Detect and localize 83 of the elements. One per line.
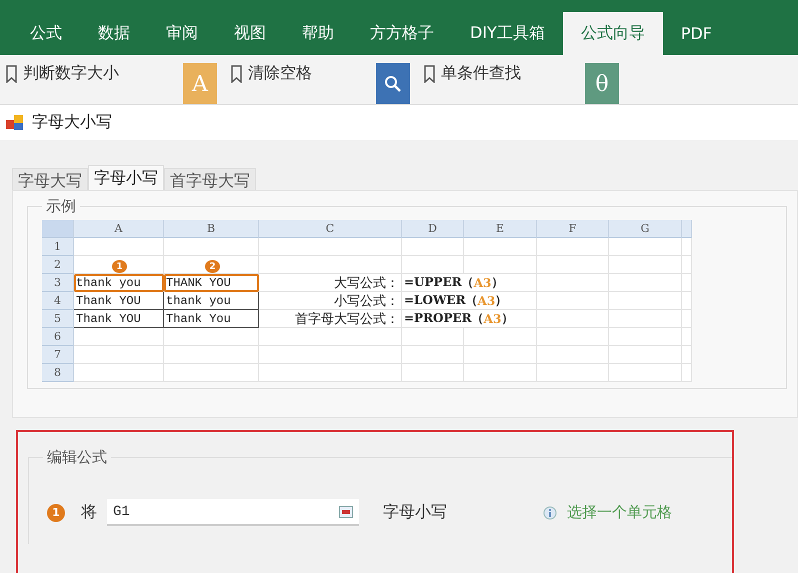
table-cell [682,310,692,328]
row-header[interactable]: 3 [42,274,74,292]
group-legend: 编辑公式 [43,448,111,467]
table-cell [682,346,692,364]
table-cell [682,274,692,292]
table-cell: thank you [74,274,164,292]
table-cell: 大写公式： [259,274,402,292]
ribbon-tab[interactable]: PDF [662,12,730,55]
ribbon-command[interactable]: 判断数字大小 [23,63,119,84]
dialog-title: 字母大小写 [32,112,112,133]
row-header[interactable]: 1 [42,238,74,256]
table-cell: Thank You [164,310,259,328]
table-cell [537,364,609,382]
column-header[interactable]: A [74,220,164,238]
column-header[interactable]: C [259,220,402,238]
ribbon-tab[interactable]: DIY工具箱 [452,12,563,55]
table-cell [537,238,609,256]
step-marker: 2 [205,260,220,273]
app-icon [6,114,24,130]
table-cell [682,238,692,256]
ribbon-tab[interactable]: 审阅 [148,12,216,55]
table-cell: 首字母大写公式： [259,310,402,328]
table-cell [682,328,692,346]
search-button[interactable] [376,63,410,104]
dialog-tab[interactable]: 首字母大写 [164,168,256,190]
hint-text: 选择一个单元格 [567,503,672,522]
search-icon [384,75,402,93]
table-cell: Thank YOU [74,292,164,310]
row-header[interactable]: 2 [42,256,74,274]
row-header[interactable]: 7 [42,346,74,364]
formula-cell: =LOWER（A3） [402,292,537,310]
ribbon-tab[interactable]: 公式向导 [562,12,663,55]
row-header[interactable]: 5 [42,310,74,328]
field-label: 将 [81,502,97,523]
bookmark-icon [6,64,17,82]
ribbon-tab[interactable]: 帮助 [284,12,352,55]
table-cell: THANK YOU [164,274,259,292]
bookmark-icon [424,64,435,82]
ribbon-tab[interactable]: 视图 [216,12,284,55]
table-cell [537,292,609,310]
table-cell [537,274,609,292]
column-header[interactable]: D [402,220,464,238]
table-cell [537,256,609,274]
info-icon [543,506,557,520]
table-cell [402,256,464,274]
ribbon-command[interactable]: 清除空格 [248,63,312,84]
row-header[interactable]: 4 [42,292,74,310]
formula-cell: =UPPER（A3） [402,274,537,292]
group-legend: 示例 [42,197,80,216]
range-picker-icon [339,506,353,518]
table-cell: Thank YOU [74,310,164,328]
step-badge: 1 [47,504,65,522]
row-header[interactable]: 6 [42,328,74,346]
table-cell [402,364,464,382]
ribbon-tab[interactable]: 数据 [80,12,148,55]
ribbon-command[interactable]: 单条件查找 [441,63,521,84]
table-cell: 小写公式： [259,292,402,310]
ribbon-tab[interactable]: 公式 [12,12,80,55]
table-cell [537,310,609,328]
table-cell: thank you [164,292,259,310]
table-cell [402,238,464,256]
table-cell [682,292,692,310]
column-header[interactable]: G [609,220,682,238]
result-label: 字母小写 [383,502,448,523]
column-header[interactable]: F [537,220,609,238]
ribbon-tab[interactable]: 方方格子 [352,12,452,55]
table-cell [402,328,464,346]
bookmark-icon [231,64,242,82]
table-cell [682,364,692,382]
header-cell [682,220,692,238]
row-header[interactable]: 8 [42,364,74,382]
table-cell [682,256,692,274]
table-cell [537,328,609,346]
input-field[interactable]: G1 [107,499,359,526]
column-header[interactable]: B [164,220,259,238]
step-marker: 1 [112,260,127,273]
dialog-tab[interactable]: 字母大写 [12,168,88,190]
dialog-tab[interactable]: 字母小写 [88,165,164,190]
table-cell [537,346,609,364]
ribbon-tile-button[interactable]: θ [585,63,619,104]
formula-cell: =PROPER（A3） [402,310,537,328]
table-cell [402,346,464,364]
column-header[interactable]: E [464,220,537,238]
